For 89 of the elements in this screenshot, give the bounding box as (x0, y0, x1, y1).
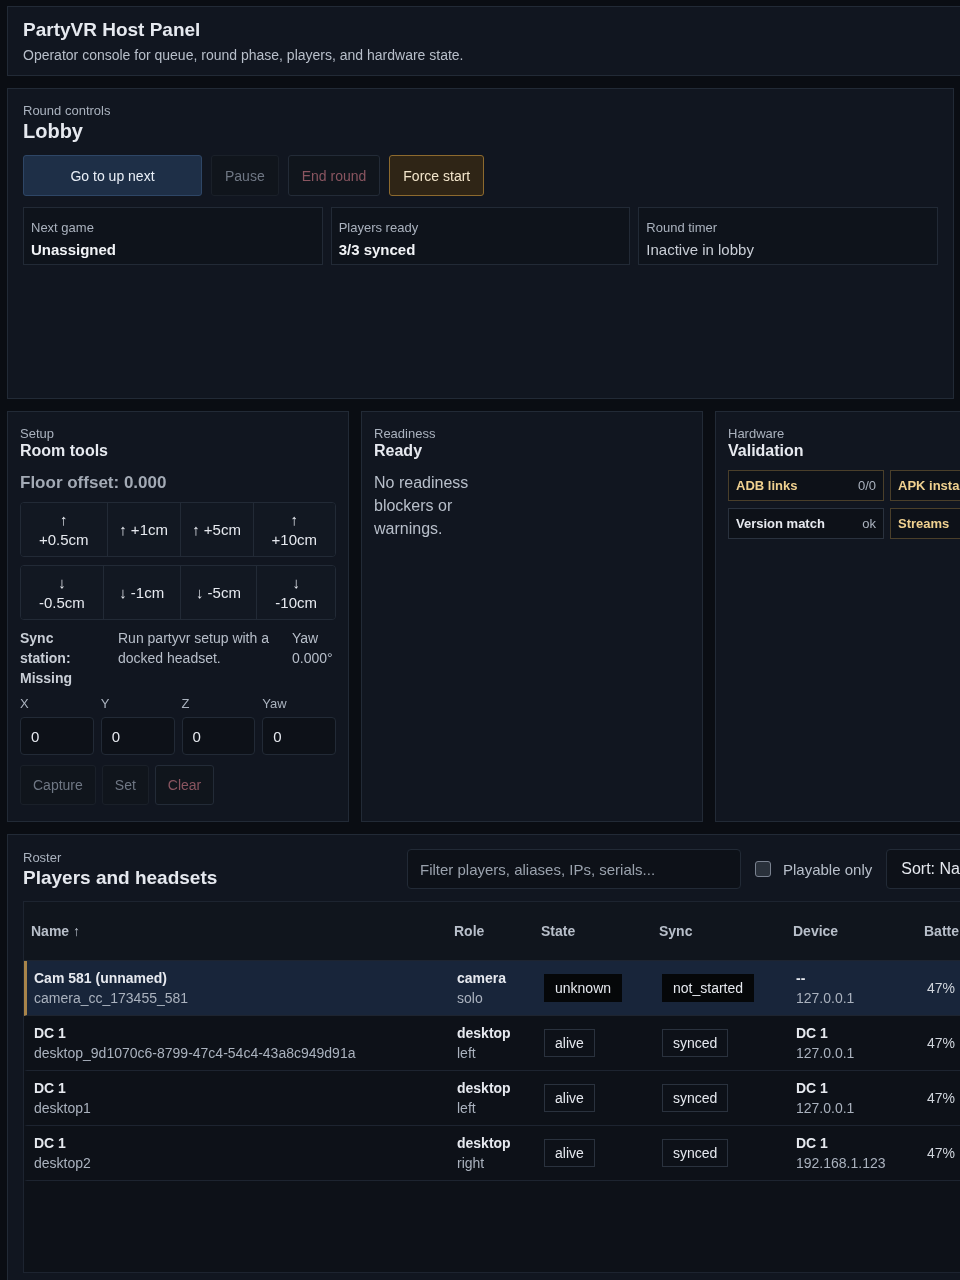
coordinate-input[interactable]: 0 (100, 717, 175, 755)
device-name: DC 1 (796, 1080, 829, 1096)
yaw-label: Yaw (292, 629, 320, 648)
section-title: Ready (374, 442, 424, 460)
device-name: -- (796, 970, 807, 986)
section-eyebrow: Round controls (23, 103, 112, 118)
column-header[interactable]: Sync (652, 923, 786, 939)
readiness-message: No readiness blockers or warnings. (374, 473, 470, 539)
floor-offset: Floor offset: 0.000 (20, 473, 168, 493)
column-header[interactable]: Name ↑ (24, 923, 447, 939)
player-side: right (457, 1155, 486, 1171)
player-name: DC 1 (34, 1025, 67, 1041)
round-button[interactable]: Go to up next (23, 155, 202, 196)
player-side: left (457, 1100, 477, 1116)
nudge-button[interactable]: ↓ -0.5cm (21, 566, 104, 619)
coordinate-input[interactable]: 0 (262, 717, 336, 755)
state-badge: alive (544, 1139, 595, 1167)
section-eyebrow: Roster (23, 849, 63, 865)
column-header[interactable]: Batte (917, 923, 960, 939)
round-phase: Lobby (23, 120, 84, 143)
sync-badge: synced (662, 1084, 729, 1112)
table-row[interactable]: Cam 581 (unnamed) camera_cc_173455_581 camera solo unknown not_started -- 127.0.0.1 47% (24, 961, 960, 1016)
page-title: PartyVR Host Panel (23, 19, 202, 41)
column-header[interactable]: State (534, 923, 652, 939)
round-button[interactable]: Force start (389, 155, 485, 196)
stat-value: Inactive in lobby (646, 241, 755, 258)
device-name: DC 1 (796, 1025, 829, 1041)
player-role: desktop (457, 1135, 512, 1151)
section-eyebrow: Setup (20, 426, 55, 441)
state-badge: alive (544, 1029, 595, 1057)
state-badge: unknown (544, 974, 623, 1002)
player-side: solo (457, 990, 484, 1006)
checkbox-label: Playable only (783, 860, 873, 878)
column-header[interactable]: Role (447, 923, 534, 939)
chip-label: APK insta (898, 478, 960, 493)
field-label: X (20, 696, 30, 711)
player-name: DC 1 (34, 1080, 67, 1096)
section-title: Room tools (20, 442, 109, 460)
sync-station-status: Sync station: Missing (20, 629, 74, 688)
player-name: Cam 581 (unnamed) (34, 970, 169, 986)
chip-value: ok (862, 516, 876, 531)
stat-label: Players ready (338, 220, 420, 235)
filter-input[interactable]: Filter players, aliases, IPs, serials... (407, 849, 741, 889)
battery-level: 47% (927, 1145, 956, 1161)
nudge-button[interactable]: ↑ +0.5cm (21, 503, 108, 556)
page-subtitle: Operator console for queue, round phase, players, and hardware state. (23, 47, 465, 63)
battery-level: 47% (927, 1035, 956, 1051)
coordinate-input[interactable]: 0 (181, 717, 256, 755)
device-ip: 127.0.0.1 (796, 990, 856, 1006)
player-id: desktop1 (34, 1100, 92, 1116)
section-title: Players and headsets (23, 866, 219, 889)
device-ip: 192.168.1.123 (796, 1155, 887, 1171)
player-id: desktop_9d1070c6-8799-47c4-54c4-43a8c949d91a (34, 1045, 357, 1061)
player-role: desktop (457, 1025, 512, 1041)
field-label: Y (100, 696, 111, 711)
device-ip: 127.0.0.1 (796, 1100, 856, 1116)
yaw-value: 0.000° (292, 649, 334, 668)
sync-badge: synced (662, 1029, 729, 1057)
field-label: Yaw (262, 696, 288, 711)
sync-hint: Run partyvr setup with a docked headset. (118, 629, 270, 668)
chip-label: ADB links (736, 478, 798, 493)
sort-dropdown[interactable]: Sort: Na (886, 849, 960, 889)
player-role: camera (457, 970, 508, 986)
stat-value: 3/3 synced (338, 241, 417, 258)
sync-badge: not_started (662, 974, 755, 1002)
device-ip: 127.0.0.1 (796, 1045, 856, 1061)
section-eyebrow: Hardware (728, 426, 786, 441)
state-badge: alive (544, 1084, 595, 1112)
battery-level: 47% (927, 1090, 956, 1106)
chip-label: Streams (898, 516, 950, 531)
player-id: desktop2 (34, 1155, 92, 1171)
chip-value: 0/0 (857, 478, 876, 493)
player-side: left (457, 1045, 477, 1061)
stat-label: Next game (31, 220, 95, 235)
player-id: camera_cc_173455_581 (34, 990, 190, 1006)
field-label: Z (181, 696, 191, 711)
coordinate-input[interactable]: 0 (20, 717, 94, 755)
stat-value: Unassigned (31, 241, 118, 258)
player-role: desktop (457, 1080, 512, 1096)
column-header[interactable]: Device (786, 923, 917, 939)
checkbox[interactable] (755, 861, 771, 877)
chip-label: Version match (736, 516, 825, 531)
section-title: Validation (728, 442, 805, 460)
stat-label: Round timer (646, 220, 719, 235)
sync-badge: synced (662, 1139, 729, 1167)
player-name: DC 1 (34, 1135, 67, 1151)
battery-level: 47% (927, 980, 956, 996)
section-eyebrow: Readiness (374, 426, 437, 441)
device-name: DC 1 (796, 1135, 829, 1151)
